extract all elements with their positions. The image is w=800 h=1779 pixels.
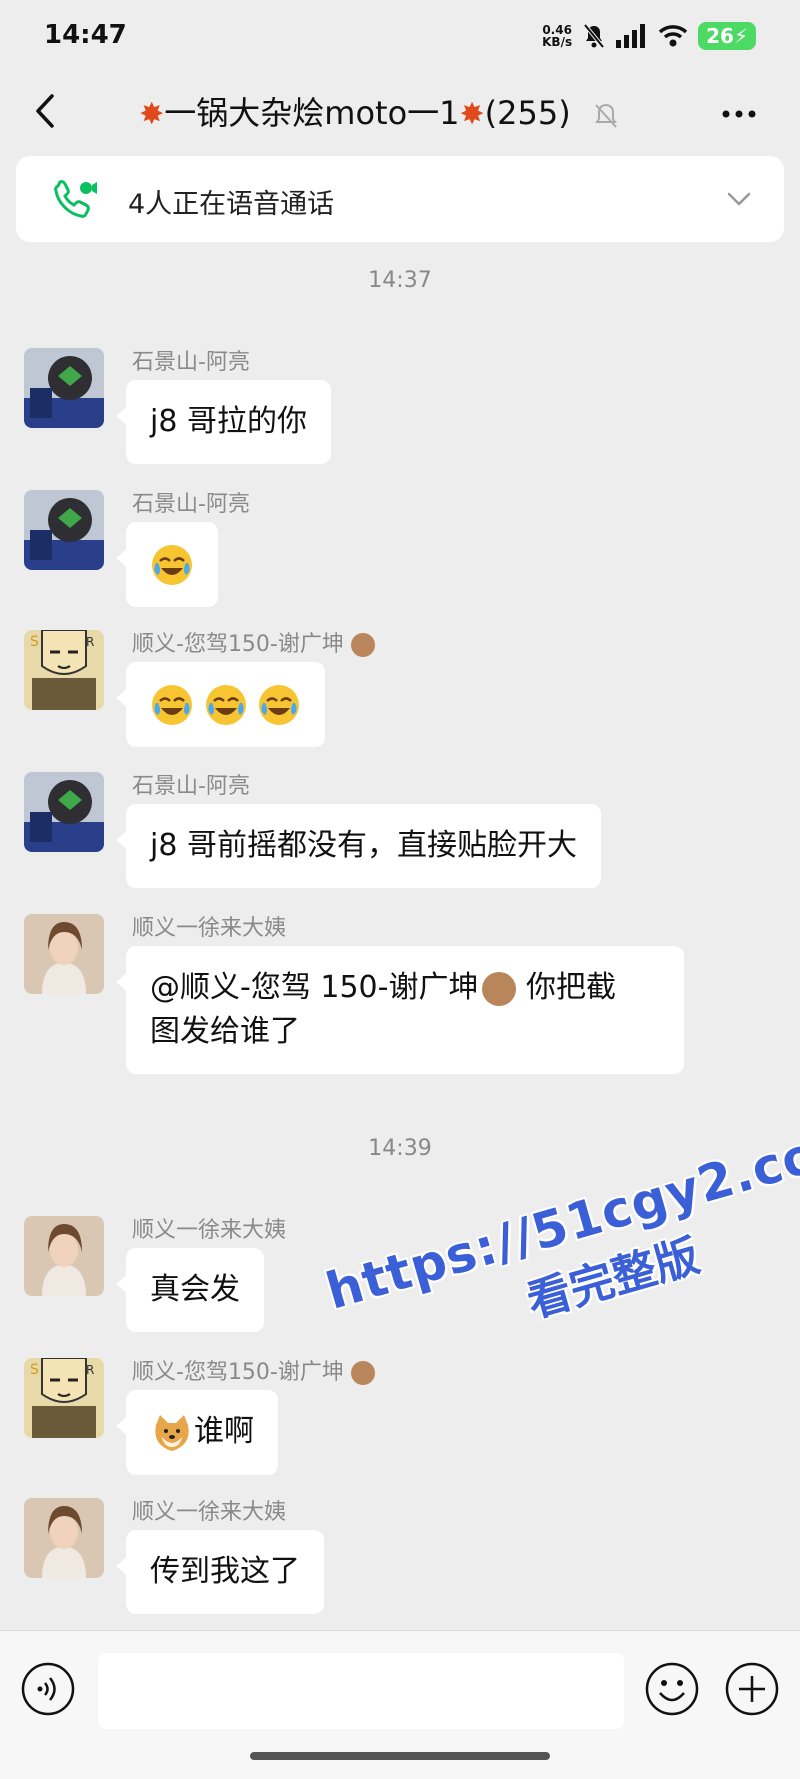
charging-icon: ⚡	[733, 24, 748, 48]
message-bubble[interactable]: 谁啊	[116, 1390, 278, 1475]
motorcycle-helmet-avatar-icon	[24, 772, 104, 852]
crying-laughing-emoji-icon	[259, 684, 300, 725]
message-bubble[interactable]: j8 哥前摇都没有，直接贴脸开大	[116, 804, 601, 888]
sender-name: 顺义-您驾150-谢广坤	[132, 1354, 375, 1386]
sender-avatar[interactable]	[24, 348, 104, 428]
message-text: 真会发	[150, 1272, 240, 1307]
message-bubble[interactable]: 真会发	[116, 1248, 264, 1332]
message-text: j8 哥前摇都没有，直接贴脸开大	[150, 828, 577, 863]
sender-avatar[interactable]: S R	[24, 630, 104, 710]
crying-laughing-emoji-icon	[152, 544, 192, 585]
message-bubble[interactable]	[115, 662, 326, 747]
mute-bell-icon	[595, 103, 617, 128]
sender-avatar[interactable]	[24, 1216, 104, 1296]
more-options-icon[interactable]	[714, 94, 764, 134]
monkey-emoji-icon	[350, 1361, 375, 1385]
status-time: 14:47	[44, 20, 127, 50]
watermark-subtitle: 看完整版	[521, 1230, 705, 1328]
message-bubble[interactable]: @顺义-您驾 150-谢广坤 你把截 图发给谁了	[116, 946, 684, 1074]
chevron-down-icon[interactable]	[724, 186, 754, 212]
sender-name: 顺义-您驾150-谢广坤	[132, 626, 375, 658]
sender-avatar[interactable]	[24, 772, 104, 852]
message-input[interactable]	[98, 1653, 624, 1729]
voice-call-text: 4人正在语音通话	[128, 189, 335, 220]
doge-emoji-icon	[155, 1414, 189, 1451]
collision-emoji-icon: ✸	[139, 97, 165, 132]
plus-more-icon[interactable]	[724, 1661, 780, 1717]
message-timestamp: 14:39	[368, 1136, 432, 1161]
sender-avatar[interactable]: S R	[24, 1358, 104, 1438]
back-arrow-icon[interactable]	[22, 86, 72, 136]
signal-icon	[616, 24, 646, 48]
mention-text[interactable]: @顺义-您驾 150-谢广坤	[150, 970, 478, 1005]
woman-portrait-avatar-icon	[24, 1498, 104, 1578]
voice-input-icon[interactable]	[20, 1661, 76, 1717]
sender-avatar[interactable]	[24, 490, 104, 570]
home-indicator[interactable]	[250, 1752, 550, 1760]
voice-call-phone-icon	[54, 180, 97, 218]
message-timestamp: 14:37	[368, 268, 432, 293]
cartoon-character-avatar-icon: S R	[24, 630, 104, 710]
chat-header: ✸一锅大杂烩moto一1✸(255)	[0, 72, 800, 152]
sender-name: 顺义一徐来大姨	[132, 1500, 287, 1525]
network-speed: 0.46 KB/s	[542, 24, 572, 48]
voice-call-banner[interactable]: 4人正在语音通话	[16, 156, 784, 242]
group-name: 一锅大杂烩moto一1	[164, 94, 460, 132]
sender-avatar[interactable]	[24, 914, 104, 994]
message-text: 图发给谁了	[150, 1014, 300, 1049]
message-text: j8 哥拉的你	[150, 404, 307, 439]
bell-muted-icon	[583, 23, 605, 49]
woman-portrait-avatar-icon	[24, 1216, 104, 1296]
collision-emoji-icon: ✸	[459, 97, 485, 132]
message-text: 谁啊	[194, 1414, 254, 1449]
monkey-emoji-icon	[482, 971, 517, 1006]
message-text: 传到我这了	[150, 1554, 300, 1589]
battery-level: 26	[706, 24, 734, 48]
sender-name-text: 顺义-您驾150-谢广坤	[132, 1360, 344, 1385]
crying-laughing-emoji-icon	[152, 684, 192, 725]
woman-portrait-avatar-icon	[24, 914, 104, 994]
sender-name: 顺义一徐来大姨	[132, 1218, 287, 1243]
svg-text:R: R	[86, 1363, 94, 1377]
cartoon-character-avatar-icon: S R	[24, 1358, 104, 1438]
svg-text:R: R	[86, 635, 94, 649]
svg-text:S: S	[30, 1362, 39, 1378]
sender-name: 石景山-阿亮	[132, 774, 250, 799]
wifi-icon	[658, 25, 688, 47]
motorcycle-helmet-avatar-icon	[24, 348, 104, 428]
message-bubble[interactable]: j8 哥拉的你	[116, 380, 331, 464]
status-bar: 14:47 0.46 KB/s 26⚡	[0, 0, 800, 72]
sender-name: 石景山-阿亮	[132, 350, 250, 375]
member-count: (255)	[484, 94, 571, 132]
monkey-emoji-icon	[350, 633, 375, 657]
battery-indicator: 26⚡	[698, 22, 756, 50]
chat-title: ✸一锅大杂烩moto一1✸(255)	[90, 88, 670, 134]
message-bubble[interactable]: 传到我这了	[116, 1530, 324, 1614]
message-text: 你把截	[516, 970, 616, 1005]
status-icons: 0.46 KB/s 26⚡	[542, 22, 756, 50]
svg-text:S: S	[30, 634, 39, 650]
sender-avatar[interactable]	[24, 1498, 104, 1578]
sender-name: 顺义一徐来大姨	[132, 916, 287, 941]
emoji-picker-icon[interactable]	[644, 1661, 700, 1717]
motorcycle-helmet-avatar-icon	[24, 490, 104, 570]
sender-name: 石景山-阿亮	[132, 492, 250, 517]
crying-laughing-emoji-icon	[205, 684, 246, 725]
sender-name-text: 顺义-您驾150-谢广坤	[132, 632, 344, 657]
message-bubble[interactable]	[116, 522, 218, 607]
network-speed-unit: KB/s	[542, 35, 573, 49]
